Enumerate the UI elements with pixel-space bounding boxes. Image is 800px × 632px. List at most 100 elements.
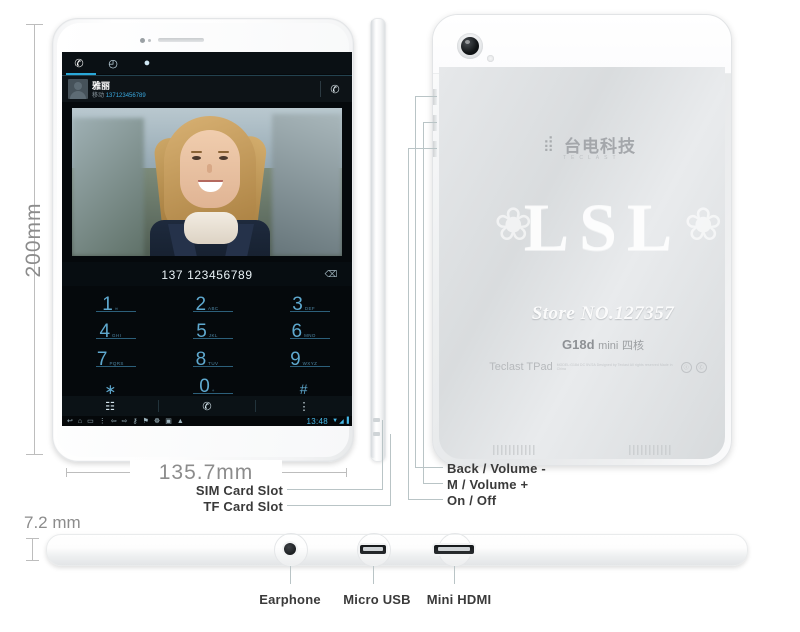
power-button[interactable] [433, 141, 437, 157]
back-volume-callout-line [415, 96, 437, 97]
gps-icon: ⚑ [142, 418, 149, 425]
key-7[interactable]: 7 PQRS [62, 341, 159, 369]
dialed-number: 137 123456789 [161, 268, 253, 282]
key-3[interactable]: 3 DEF [255, 286, 352, 314]
model-line: G18d mini 四核 [488, 337, 718, 353]
side-view-screen-edge [371, 20, 375, 458]
back-volume-callout-vline [415, 96, 416, 467]
thickness-tick-top [26, 538, 39, 539]
photo-eyebrow-left [191, 151, 202, 153]
regulatory-brand: Teclast TPad [489, 361, 553, 373]
photo-blur-right [272, 114, 342, 256]
backspace-icon[interactable]: ⌫ [324, 269, 338, 279]
home-icon[interactable]: ⌂ [78, 418, 82, 425]
m-volume-callout-end [423, 483, 443, 484]
thickness-tick-bottom [26, 560, 39, 561]
product-diagram: 200mm ✆ ◴ ● 雅丽 移动 137123456789 ✆ 137 123… [0, 0, 800, 632]
key-star[interactable]: ∗ [62, 369, 159, 397]
mini-hdmi-inner [438, 547, 470, 551]
key-9[interactable]: 9 WXYZ [255, 341, 352, 369]
width-dimension-tick-left [66, 468, 67, 477]
key-underline [96, 365, 137, 367]
back-volume-button[interactable] [433, 89, 437, 105]
overflow-menu-button[interactable]: ⋮ [256, 400, 352, 413]
avatar [68, 79, 88, 99]
sim-callout-vline [382, 420, 383, 489]
key-4[interactable]: 4 GHI [62, 314, 159, 341]
front-camera-icon [140, 38, 145, 43]
key-2[interactable]: 2 ABC [159, 286, 256, 314]
contact-suggestion-row[interactable]: 雅丽 移动 137123456789 phone-icon✆ [62, 76, 352, 102]
status-bar-clock: 13:48 [306, 416, 328, 426]
tf-card-slot-label: TF Card Slot [203, 499, 283, 514]
tf-callout-vline [390, 434, 391, 505]
key-5[interactable]: 5 JKL [159, 314, 256, 341]
sd-card-icon: ▣ [165, 418, 172, 425]
thickness-dimension-line [32, 538, 33, 560]
back-icon[interactable]: ↩ [67, 417, 73, 425]
back-volume-label: Back / Volume - [447, 461, 546, 476]
photo-eye-right [219, 156, 228, 160]
volume-down-icon[interactable]: ⇦ [111, 417, 117, 425]
key-hash[interactable]: # [255, 369, 352, 397]
clock-icon: ◴ [108, 57, 118, 70]
speaker-grille-right [629, 445, 671, 455]
rear-camera-glint [465, 40, 470, 44]
battery-icon: ▐ [344, 418, 349, 424]
back-volume-callout-end [415, 467, 443, 468]
ccc-cert-icon: Ⓘ [680, 361, 692, 373]
recents-icon[interactable]: ▭ [87, 417, 94, 425]
m-volume-callout-vline [423, 122, 424, 483]
model-variant: mini [598, 340, 619, 352]
contact-call-button[interactable]: phone-icon✆ [326, 80, 344, 98]
contacts-tab[interactable]: ● [130, 52, 164, 74]
earphone-callout-line [290, 566, 291, 584]
height-dimension-tick-top [26, 24, 43, 25]
brand-name-latin: TECLAST [563, 155, 621, 161]
key-digit: # [299, 381, 308, 397]
lsl-watermark: ❀ ❀ LSL [488, 175, 723, 315]
recents-tab[interactable]: ◴ [96, 52, 130, 74]
avatar-head [74, 82, 82, 90]
dialer-tab-bar[interactable]: ✆ ◴ ● [62, 52, 352, 74]
dialer-action-bar[interactable]: ☷ ✆ ⋮ [62, 396, 352, 416]
usb-icon: ⚷ [132, 418, 138, 425]
side-sim-slot [373, 418, 380, 422]
micro-usb-label: Micro USB [343, 592, 411, 607]
contact-subtitle: 移动 137123456789 [92, 90, 146, 99]
m-volume-label: M / Volume + [447, 477, 529, 492]
dial-keypad[interactable]: 1 ∞ 2 ABC 3 DEF 4 GHI 5 JKL 6 MNO 7 PQRS… [62, 286, 352, 396]
key-underline [289, 365, 330, 367]
photo-scarf [184, 212, 238, 244]
volume-up-icon[interactable]: ⇨ [122, 417, 128, 425]
photo-blur-left [72, 118, 144, 256]
android-navigation-bar[interactable]: ↩ ⌂ ▭ ⋮ ⇦ ⇨ ⚷ ⚑ ☸ ▣ ▲ 13:48 ▼ ◢ ▐ [62, 416, 352, 426]
dialer-tab[interactable]: ✆ [62, 52, 96, 74]
camera-flash-icon [487, 55, 494, 62]
earphone-label: Earphone [259, 592, 321, 607]
m-volume-button[interactable] [433, 115, 437, 131]
wifi-icon: ▼ [332, 418, 339, 424]
key-0[interactable]: 0 + [159, 369, 256, 396]
photo-eye-left [192, 156, 201, 160]
key-underline [192, 365, 233, 367]
headphone-jack-icon [284, 543, 296, 555]
phone-screen: ✆ ◴ ● 雅丽 移动 137123456789 phone-icon✆ [62, 52, 352, 426]
model-cores-cn: 四核 [621, 339, 644, 352]
key-1[interactable]: 1 ∞ [62, 286, 159, 314]
power-callout-vline [408, 148, 409, 499]
phone-icon: ✆ [202, 400, 212, 413]
menu-icon[interactable]: ⋮ [99, 417, 106, 425]
key-underline [289, 338, 330, 339]
key-6[interactable]: 6 MNO [255, 314, 352, 341]
key-underline [96, 338, 137, 339]
proximity-sensor-icon [148, 39, 151, 42]
overflow-menu-icon: ⋮ [298, 400, 310, 413]
keypad-button[interactable]: ☷ [62, 400, 158, 413]
usb-callout-line [373, 566, 374, 584]
keypad-icon: ☷ [105, 400, 115, 413]
key-8[interactable]: 8 TUV [159, 341, 256, 369]
key-digit: ∗ [104, 381, 117, 397]
brand-name-cn: 台电科技 [564, 136, 636, 157]
call-button[interactable]: ✆ [159, 400, 255, 413]
